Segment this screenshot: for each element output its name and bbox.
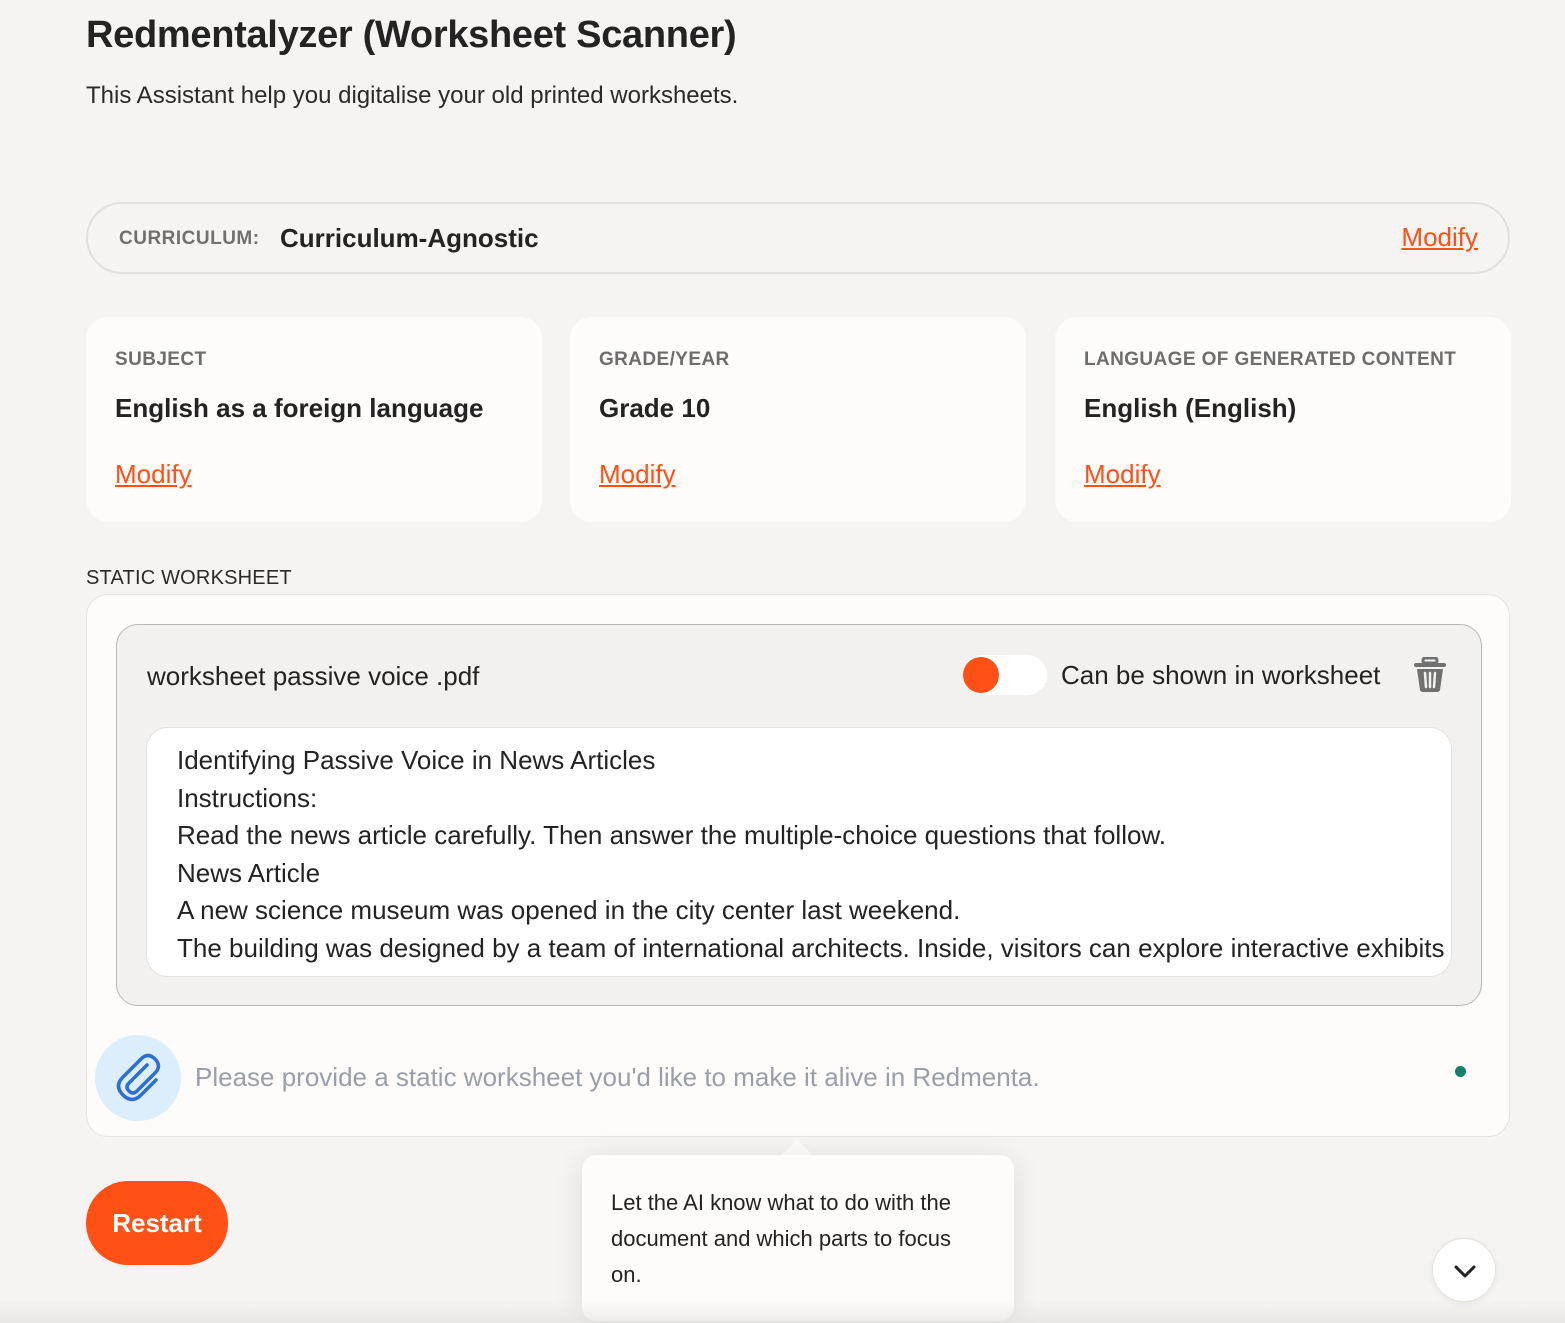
file-name: worksheet passive voice .pdf xyxy=(147,661,480,691)
static-worksheet-panel: worksheet passive voice .pdf Can be show… xyxy=(86,594,1510,1137)
page-title: Redmentalyzer (Worksheet Scanner) xyxy=(86,14,737,56)
bottom-fade xyxy=(0,1300,1565,1323)
extracted-text-area[interactable]: Identifying Passive Voice in News Articl… xyxy=(146,727,1452,977)
text-line: Read the news article carefully. Then an… xyxy=(177,820,1167,850)
paperclip-icon xyxy=(116,1053,161,1102)
restart-button[interactable]: Restart xyxy=(86,1181,228,1265)
subject-value: English as a foreign language xyxy=(115,393,484,423)
subject-label: SUBJECT xyxy=(115,349,207,370)
grade-value: Grade 10 xyxy=(599,393,711,423)
extracted-text-content: Identifying Passive Voice in News Articl… xyxy=(177,742,1445,967)
language-label: LANGUAGE OF GENERATED CONTENT xyxy=(1084,349,1457,370)
text-line: A new science museum was opened in the c… xyxy=(177,895,961,925)
text-line: The building was designed by a team of i… xyxy=(177,932,1445,963)
grade-card: GRADE/YEAR Grade 10 Modify xyxy=(570,317,1026,522)
page-subtitle: This Assistant help you digitalise your … xyxy=(86,82,739,109)
grade-modify-link[interactable]: Modify xyxy=(599,459,676,490)
chevron-down-icon xyxy=(1454,1265,1476,1278)
language-modify-link[interactable]: Modify xyxy=(1084,459,1161,490)
attach-file-button[interactable] xyxy=(95,1035,181,1121)
curriculum-bar: CURRICULUM: Curriculum-Agnostic Modify xyxy=(86,202,1510,274)
toggle-knob xyxy=(963,657,999,693)
curriculum-modify-link[interactable]: Modify xyxy=(1401,222,1478,253)
worksheet-prompt-input[interactable] xyxy=(195,1055,1395,1099)
subject-modify-link[interactable]: Modify xyxy=(115,459,192,490)
status-dot xyxy=(1455,1066,1466,1077)
text-line: Identifying Passive Voice in News Articl… xyxy=(177,745,656,775)
grade-label: GRADE/YEAR xyxy=(599,349,730,370)
show-in-worksheet-toggle[interactable] xyxy=(963,655,1047,695)
language-card: LANGUAGE OF GENERATED CONTENT English (E… xyxy=(1055,317,1511,522)
static-worksheet-label: STATIC WORKSHEET xyxy=(86,567,292,589)
text-line: News Article xyxy=(177,857,321,888)
curriculum-value: Curriculum-Agnostic xyxy=(280,223,539,253)
uploaded-file-card: worksheet passive voice .pdf Can be show… xyxy=(116,624,1482,1006)
curriculum-label: CURRICULUM: xyxy=(119,228,260,249)
page: Redmentalyzer (Worksheet Scanner) This A… xyxy=(0,0,1565,1323)
subject-card: SUBJECT English as a foreign language Mo… xyxy=(86,317,542,522)
text-line: Instructions: xyxy=(177,782,318,813)
scroll-down-button[interactable] xyxy=(1432,1238,1496,1302)
toggle-label: Can be shown in worksheet xyxy=(1061,660,1381,690)
language-value: English (English) xyxy=(1084,393,1297,423)
ai-hint-tooltip: Let the AI know what to do with the docu… xyxy=(582,1155,1014,1321)
trash-icon[interactable] xyxy=(1413,656,1447,693)
